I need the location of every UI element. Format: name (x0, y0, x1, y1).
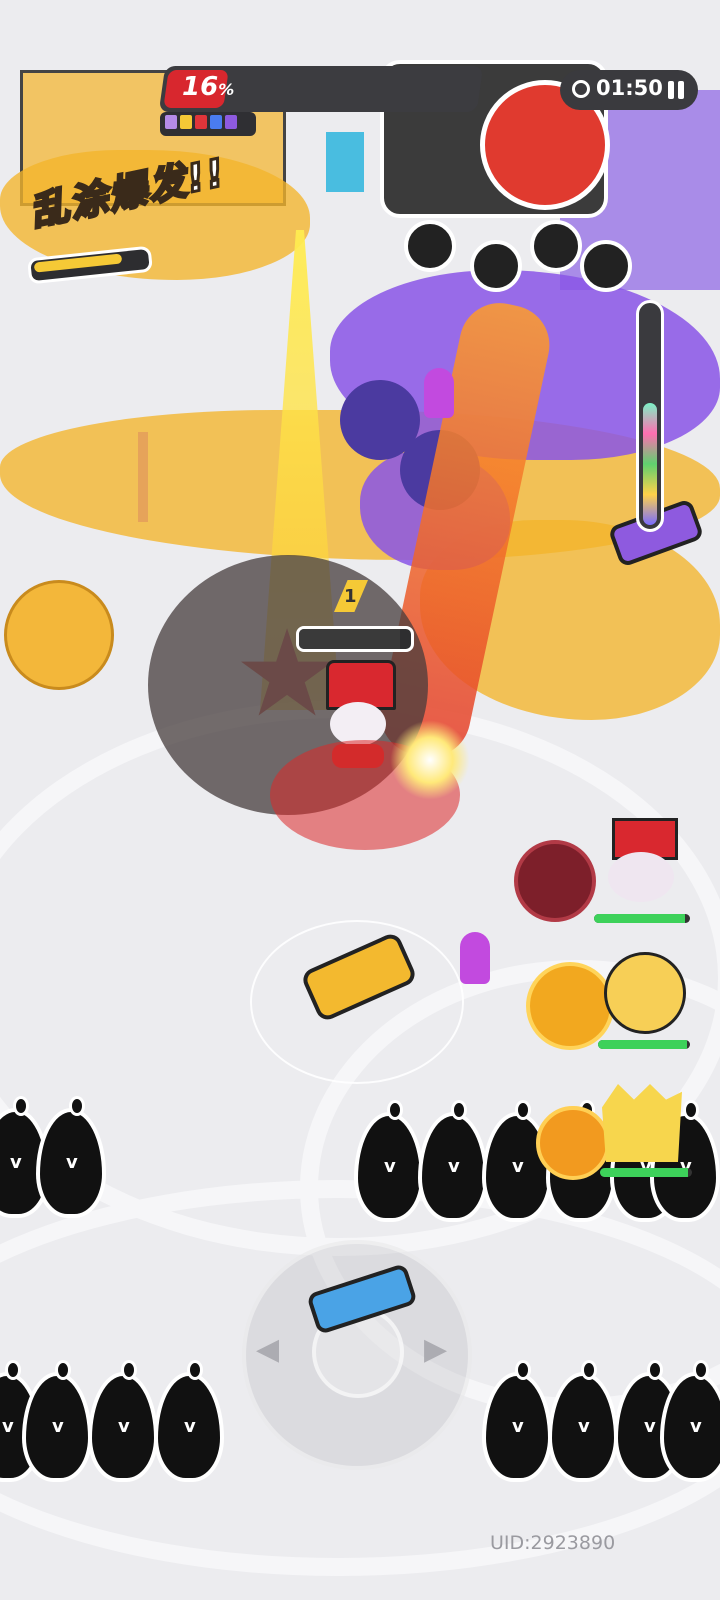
joystick-arrow-right: ▶ (424, 1332, 448, 1367)
party-hp-bar (594, 914, 690, 923)
timer-text: 01:50 (596, 76, 663, 100)
paint-progress-value: 16 (182, 72, 219, 102)
ink-color-swatch (210, 115, 222, 129)
ink-color-swatch (180, 115, 192, 129)
user-id-label: UID:2923890 (490, 1532, 616, 1554)
ink-color-swatches (160, 112, 256, 136)
party-member-blonde-star[interactable] (598, 948, 686, 1034)
skill-button-red[interactable] (514, 840, 596, 922)
street-lamp (138, 432, 148, 522)
joystick-arrow-left: ◀ (256, 1332, 280, 1367)
party-member-spiky-visor[interactable] (598, 1080, 684, 1166)
party-hp-bar (598, 1040, 690, 1049)
combo-badge-number: 1 (344, 586, 357, 607)
ink-color-swatch (165, 115, 177, 129)
paint-progress-text: 16% (182, 72, 234, 102)
impact-flash (390, 720, 470, 800)
mech-boss-leg (470, 240, 522, 292)
pause-button[interactable] (658, 72, 694, 108)
building-window (326, 132, 364, 192)
aim-range-circle (250, 920, 464, 1084)
ink-meter-fill (643, 402, 657, 525)
ink-capsule-pickup (424, 368, 454, 418)
mech-boss-leg (404, 220, 456, 272)
ink-capsule-pickup (460, 932, 490, 984)
player-hp-bar (296, 626, 414, 652)
ink-color-swatch (195, 115, 207, 129)
party-hp-bar (600, 1168, 692, 1177)
clock-icon (572, 80, 590, 98)
ink-meter (636, 300, 664, 532)
ink-color-swatch (225, 115, 237, 129)
mech-boss-leg (530, 220, 582, 272)
mech-boss-leg (580, 240, 632, 292)
party-member-red-hat[interactable] (598, 818, 684, 904)
paint-progress-unit: % (218, 80, 235, 99)
yellow-paint-blob (4, 580, 114, 690)
